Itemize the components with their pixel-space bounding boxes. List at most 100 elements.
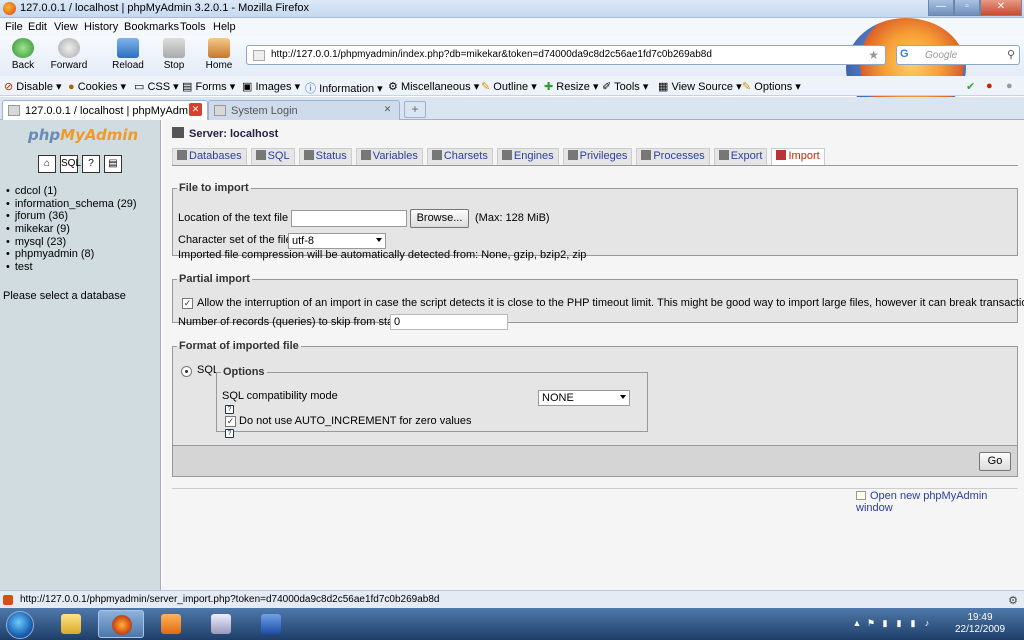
help-icon[interactable]: ?	[225, 405, 234, 414]
documentation-icon[interactable]: ?	[82, 155, 100, 173]
taskbar-firefox[interactable]	[98, 610, 144, 638]
database-item-mikekar[interactable]: mikekar (9)	[6, 223, 137, 236]
database-item-mysql[interactable]: mysql (23)	[6, 236, 137, 249]
format-sql-radio[interactable]	[181, 366, 192, 377]
status-tools-icon[interactable]: ⚙	[1008, 594, 1018, 607]
webdev-options[interactable]: ✎ Options ▾	[742, 80, 801, 93]
bookmark-star-icon[interactable]: ★	[868, 48, 879, 62]
status-icon	[303, 150, 314, 160]
webdev-forms[interactable]: ▤ Forms ▾	[182, 80, 235, 93]
stop-button[interactable]: Stop	[160, 38, 188, 71]
signal-icon[interactable]: ▮	[894, 618, 904, 628]
menu-history[interactable]: History	[84, 21, 118, 33]
database-item-test[interactable]: test	[6, 261, 137, 274]
folder-icon	[61, 614, 81, 634]
taskbar-media-player[interactable]	[148, 610, 194, 638]
webdev-images[interactable]: ▣ Images ▾	[242, 80, 300, 93]
show-hidden-icons-icon[interactable]: ▲	[852, 618, 862, 628]
help-icon[interactable]: ?	[225, 429, 234, 438]
webdev-cookies[interactable]: ● Cookies ▾	[68, 80, 126, 93]
webdev-options-label: Options ▾	[754, 81, 801, 93]
search-box[interactable]: G Google ⚲	[896, 45, 1020, 65]
no-auto-increment-checkbox[interactable]: ✓	[225, 416, 236, 427]
webdev-miscellaneous[interactable]: ⚙ Miscellaneous ▾	[388, 80, 479, 93]
forward-button[interactable]: Forward	[48, 38, 90, 71]
webdev-tools[interactable]: ✐ Tools ▾	[602, 80, 648, 93]
tab-import[interactable]: Import	[771, 148, 825, 165]
database-item-jforum[interactable]: jforum (36)	[6, 210, 137, 223]
close-tab-icon[interactable]: ✕	[381, 103, 394, 116]
tab-sql[interactable]: SQL	[250, 148, 295, 165]
database-item-information-schema[interactable]: information_schema (29)	[6, 198, 137, 211]
webdev-disable[interactable]: ⊘ Disable ▾	[4, 80, 62, 93]
back-arrow-icon	[12, 38, 34, 58]
tab-databases[interactable]: Databases	[172, 148, 247, 165]
search-engine-icon[interactable]: G	[900, 48, 909, 60]
menu-help[interactable]: Help	[213, 21, 236, 33]
network-icon[interactable]: ▮	[880, 618, 890, 628]
mysql-docs-icon[interactable]: ▤	[104, 155, 122, 173]
menu-tools[interactable]: Tools	[180, 21, 206, 33]
charset-select[interactable]: utf-8	[288, 233, 386, 249]
tab-export[interactable]: Export	[713, 148, 768, 165]
menu-file[interactable]: File	[5, 21, 23, 33]
menu-edit[interactable]: Edit	[28, 21, 47, 33]
close-tab-icon[interactable]: ✕	[189, 103, 202, 116]
address-bar[interactable]: http://127.0.0.1/phpmyadmin/index.php?db…	[246, 45, 886, 65]
database-item-cdcol[interactable]: cdcol (1)	[6, 185, 137, 198]
maximize-button[interactable]: ▫	[954, 0, 980, 16]
webdev-error-icon[interactable]: ●	[986, 80, 993, 92]
sql-options-fieldset: Options SQL compatibility mode NONE ? ✓ …	[216, 366, 648, 438]
skip-records-input[interactable]: 0	[390, 314, 508, 330]
file-path-input[interactable]	[291, 210, 407, 227]
webdev-outline[interactable]: ✎ Outline ▾	[481, 80, 537, 93]
webdev-resize[interactable]: ✚ Resize ▾	[544, 80, 598, 93]
go-button[interactable]: Go	[979, 452, 1011, 471]
search-icon[interactable]: ⚲	[1007, 48, 1015, 61]
new-tab-button[interactable]: +	[404, 101, 426, 118]
home-button[interactable]: Home	[204, 38, 234, 71]
phpmyadmin-logo[interactable]: phpMyAdmin	[28, 126, 138, 144]
taskbar-word[interactable]	[248, 610, 294, 638]
volume-icon[interactable]: ♪	[922, 618, 932, 628]
allow-interrupt-checkbox[interactable]: ✓	[182, 298, 193, 309]
webdev-view-source[interactable]: ▦ View Source ▾	[658, 80, 742, 93]
query-window-icon[interactable]: SQL	[60, 155, 81, 173]
close-window-button[interactable]: ✕	[980, 0, 1022, 16]
browser-tab-system-login[interactable]: System Login ✕	[208, 100, 400, 120]
sql-compat-select[interactable]: NONE	[538, 390, 630, 406]
webdev-css[interactable]: ▭ CSS ▾	[134, 80, 179, 93]
webdev-images-label: Images ▾	[255, 81, 301, 93]
flag-icon[interactable]: ⚑	[866, 618, 876, 628]
taskbar-explorer[interactable]	[48, 610, 94, 638]
privileges-icon	[567, 150, 578, 160]
browser-tab-phpmyadmin[interactable]: 127.0.0.1 / localhost | phpMyAdm... ✕	[2, 100, 208, 120]
tab-variables[interactable]: Variables	[355, 148, 423, 165]
tab-engines[interactable]: Engines	[496, 148, 559, 165]
tab-status[interactable]: Status	[298, 148, 352, 165]
taskbar-clock[interactable]: 19:49 22/12/2009	[950, 612, 1010, 636]
max-size-note: (Max: 128 MiB)	[475, 212, 550, 224]
tab-privileges[interactable]: Privileges	[562, 148, 633, 165]
home-icon[interactable]: ⌂	[38, 155, 56, 173]
server-name[interactable]: Server: localhost	[189, 128, 278, 140]
menu-bookmarks[interactable]: Bookmarks	[124, 21, 179, 33]
webdev-information[interactable]: ⓘ Information ▾	[305, 80, 383, 96]
start-button[interactable]	[6, 611, 34, 639]
database-list: cdcol (1) information_schema (29) jforum…	[6, 185, 137, 274]
server-icon	[172, 127, 184, 138]
webdev-warning-icon[interactable]: ●	[1006, 80, 1013, 92]
taskbar-java[interactable]	[198, 610, 244, 638]
reload-button[interactable]: Reload	[110, 38, 146, 71]
browse-button[interactable]: Browse...	[410, 209, 469, 228]
webdev-valid-icon[interactable]: ✔	[966, 80, 975, 93]
back-button[interactable]: Back	[6, 38, 40, 71]
open-new-window-link[interactable]: Open new phpMyAdmin window	[856, 490, 1024, 514]
minimize-button[interactable]: —	[928, 0, 954, 16]
database-item-phpmyadmin[interactable]: phpmyadmin (8)	[6, 248, 137, 261]
webdev-disable-label: Disable ▾	[16, 81, 62, 93]
tab-charsets[interactable]: Charsets	[426, 148, 493, 165]
power-icon[interactable]: ▮	[908, 618, 918, 628]
menu-view[interactable]: View	[54, 21, 78, 33]
tab-processes[interactable]: Processes	[636, 148, 710, 165]
